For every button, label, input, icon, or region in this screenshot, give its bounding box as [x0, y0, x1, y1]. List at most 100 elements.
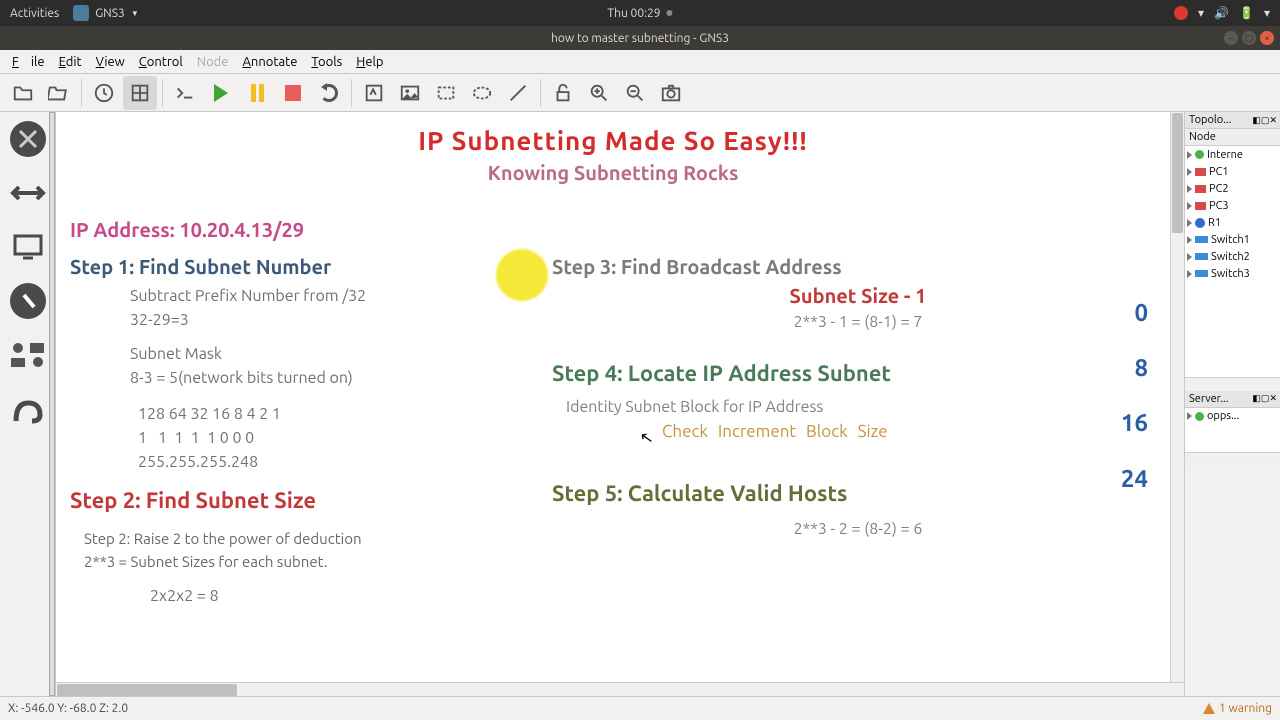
menu-help[interactable]: Help	[350, 53, 389, 71]
insert-image-button[interactable]	[393, 76, 427, 110]
tree-node-pc1[interactable]: PC1	[1185, 163, 1280, 180]
zoom-out-button[interactable]	[618, 76, 652, 110]
maximize-button[interactable]: ▢	[1242, 31, 1256, 45]
security-device-button[interactable]	[7, 280, 49, 322]
tree-node-internet[interactable]: Interne	[1185, 146, 1280, 163]
pause-icon	[251, 84, 264, 102]
menu-edit[interactable]: Edit	[53, 53, 88, 71]
tree-node-pc3[interactable]: PC3	[1185, 197, 1280, 214]
window-title-bar: how to master subnetting - GNS3 – ▢ ×	[0, 26, 1280, 50]
reload-button[interactable]	[312, 76, 346, 110]
step1-bits1: 128 64 32 16 8 4 2 1	[70, 402, 522, 426]
power-menu-icon[interactable]: ▾	[1264, 6, 1270, 20]
menu-view[interactable]: View	[90, 53, 131, 71]
ip-address-line: IP Address: 10.20.4.13/29	[70, 218, 1164, 241]
new-project-button[interactable]	[6, 76, 40, 110]
cursor-coords: X: -546.0 Y: -68.0 Z: 2.0	[8, 702, 128, 715]
step4-heading: Step 4: Locate IP Address Subnet	[552, 361, 1164, 386]
screenshot-button[interactable]	[654, 76, 688, 110]
servers-panel-title: Server...	[1189, 393, 1228, 405]
menu-control[interactable]: Control	[133, 53, 189, 71]
main-toolbar	[0, 74, 1280, 112]
menu-annotate[interactable]: Annotate	[236, 53, 303, 71]
step5-formula: 2**3 - 2 = (8-2) = 6	[552, 520, 1164, 538]
canvas-vertical-scrollbar[interactable]	[1170, 112, 1184, 682]
step1-bits3: 255.255.255.248	[70, 450, 522, 474]
canvas-subtitle: Knowing Subnetting Rocks	[62, 161, 1164, 184]
tree-node-switch3[interactable]: Switch3	[1185, 265, 1280, 282]
menu-bar: File Edit View Control Node Annotate Too…	[0, 50, 1280, 74]
right-side-panels: Topolo... ◧ ▢ ✕ Node Interne PC1 PC2 PC3…	[1184, 112, 1280, 696]
add-note-button[interactable]	[357, 76, 391, 110]
step3-heading: Step 3: Find Broadcast Address	[552, 255, 1164, 278]
tree-node-pc2[interactable]: PC2	[1185, 180, 1280, 197]
topology-tree[interactable]: Interne PC1 PC2 PC3 R1 Switch1 Switch2 S…	[1185, 146, 1280, 377]
start-button[interactable]	[204, 76, 238, 110]
menu-file[interactable]: File	[6, 53, 51, 71]
console-button[interactable]	[168, 76, 202, 110]
app-indicator[interactable]: GNS3 ▼	[73, 5, 139, 21]
tree-node-switch1[interactable]: Switch1	[1185, 231, 1280, 248]
battery-icon[interactable]: 🔋	[1239, 6, 1254, 20]
step3-formula: 2**3 - 1 = (8-1) = 7	[552, 313, 1164, 331]
close-button[interactable]: ×	[1260, 31, 1274, 45]
stop-icon	[285, 85, 301, 101]
step1-line1: Subtract Prefix Number from /32	[70, 284, 522, 308]
canvas-title: IP Subnetting Made So Easy!!!	[62, 126, 1164, 155]
topology-canvas-wrap: IP Subnetting Made So Easy!!! Knowing Su…	[56, 112, 1184, 696]
step3-subheading: Subnet Size - 1	[552, 284, 1164, 307]
draw-rect-button[interactable]	[429, 76, 463, 110]
tree-node-switch2[interactable]: Switch2	[1185, 248, 1280, 265]
draw-line-button[interactable]	[501, 76, 535, 110]
network-icon[interactable]: ▾	[1198, 6, 1204, 20]
all-devices-button[interactable]	[7, 334, 49, 376]
end-device-button[interactable]	[7, 226, 49, 268]
tree-node-r1[interactable]: R1	[1185, 214, 1280, 231]
switch-device-button[interactable]	[7, 172, 49, 214]
step2-line3: 2x2x2 = 8	[70, 584, 522, 608]
servers-panel-header[interactable]: Server... ◧ ▢ ✕	[1185, 391, 1280, 408]
gns3-icon	[73, 5, 89, 21]
activities-button[interactable]: Activities	[10, 7, 59, 20]
device-toolbar-expand[interactable]	[49, 112, 55, 696]
step2-line1: Step 2: Raise 2 to the power of deductio…	[70, 527, 522, 550]
router-device-button[interactable]	[7, 118, 49, 160]
open-project-button[interactable]	[42, 76, 76, 110]
topology-canvas[interactable]: IP Subnetting Made So Easy!!! Knowing Su…	[56, 112, 1170, 682]
canvas-horizontal-scrollbar[interactable]	[56, 682, 1184, 696]
menu-tools[interactable]: Tools	[305, 53, 348, 71]
topology-panel-scrollbar[interactable]	[1185, 377, 1280, 391]
add-link-button[interactable]	[7, 388, 49, 430]
panel-dock-icon-2[interactable]: ◧ ▢ ✕	[1252, 393, 1276, 404]
node-column-header[interactable]: Node	[1185, 129, 1280, 146]
volume-icon[interactable]: 🔊	[1214, 6, 1229, 20]
servers-panel-scrollbar[interactable]	[1185, 452, 1280, 466]
warning-icon	[1203, 703, 1215, 714]
node-column-label: Node	[1189, 131, 1216, 143]
main-area: IP Subnetting Made So Easy!!! Knowing Su…	[0, 112, 1280, 696]
record-indicator-icon[interactable]	[1174, 6, 1188, 20]
zoom-in-button[interactable]	[582, 76, 616, 110]
notification-dot-icon	[667, 10, 673, 16]
tree-server-item[interactable]: opps...	[1185, 408, 1280, 425]
clock-label[interactable]: Thu 00:29	[607, 7, 660, 20]
stop-button[interactable]	[276, 76, 310, 110]
app-name-label: GNS3	[95, 7, 125, 20]
topology-panel-header[interactable]: Topolo... ◧ ▢ ✕	[1185, 112, 1280, 129]
topology-panel-title: Topolo...	[1189, 114, 1231, 126]
step4-line1: Identity Subnet Block for IP Address	[566, 398, 1164, 416]
highlight-circle	[496, 249, 548, 301]
draw-ellipse-button[interactable]	[465, 76, 499, 110]
warning-indicator[interactable]: 1 warning	[1203, 702, 1272, 715]
minimize-button[interactable]: –	[1224, 31, 1238, 45]
servers-tree[interactable]: opps...	[1185, 408, 1280, 452]
menu-node: Node	[191, 53, 235, 71]
pause-button[interactable]	[240, 76, 274, 110]
snapshot-button[interactable]	[87, 76, 121, 110]
status-bar: X: -546.0 Y: -68.0 Z: 2.0 1 warning	[0, 696, 1280, 720]
panel-dock-icon[interactable]: ◧ ▢ ✕	[1252, 115, 1276, 126]
warning-label: 1 warning	[1219, 702, 1272, 715]
show-grid-button[interactable]	[123, 76, 157, 110]
step2-heading: Step 2: Find Subnet Size	[70, 488, 522, 513]
lock-button[interactable]	[546, 76, 580, 110]
